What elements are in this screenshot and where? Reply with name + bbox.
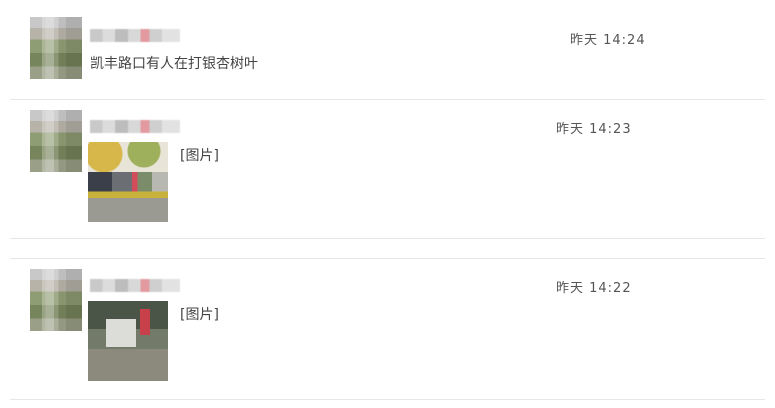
message-photo-thumbnail[interactable] bbox=[88, 142, 168, 222]
divider bbox=[10, 238, 765, 239]
sender-name-blurred bbox=[90, 29, 180, 42]
message-time: 昨天 14:24 bbox=[570, 33, 646, 48]
message-photo-thumbnail[interactable] bbox=[88, 301, 168, 381]
message-item-1[interactable]: 昨天 14:24 凯丰路口有人在打银杏树叶 bbox=[0, 0, 775, 99]
message-item-2[interactable]: 昨天 14:23 [图片] bbox=[0, 100, 775, 238]
divider bbox=[10, 399, 765, 400]
sender-name-blurred bbox=[90, 279, 180, 292]
message-time: 昨天 14:23 bbox=[556, 122, 632, 137]
message-item-3[interactable]: 昨天 14:22 [图片] bbox=[0, 259, 775, 399]
message-text: 凯丰路口有人在打银杏树叶 bbox=[90, 56, 258, 72]
message-text: [图片] bbox=[180, 148, 219, 164]
message-time: 昨天 14:22 bbox=[556, 281, 632, 296]
avatar[interactable] bbox=[30, 17, 82, 79]
sender-name-blurred bbox=[90, 120, 180, 133]
avatar[interactable] bbox=[30, 269, 82, 331]
message-text: [图片] bbox=[180, 307, 219, 323]
avatar[interactable] bbox=[30, 110, 82, 172]
